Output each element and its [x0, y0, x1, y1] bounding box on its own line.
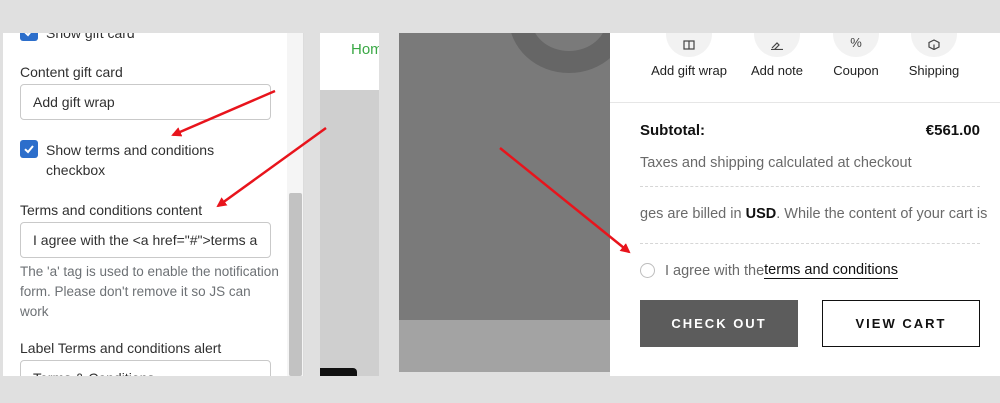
currency-note: ges are billed in USD. While the content…	[640, 206, 1000, 222]
show-gift-card-checkbox[interactable]	[20, 33, 38, 41]
gift-icon	[666, 33, 712, 57]
shipping-icon	[911, 33, 957, 57]
currency-suffix: . While the content of your cart is	[776, 206, 988, 222]
preview-dark-button[interactable]	[320, 368, 357, 376]
scrollbar-thumb[interactable]	[289, 193, 302, 376]
check-icon	[24, 33, 31, 37]
add-gift-wrap-action[interactable]: Add gift wrap	[648, 33, 730, 78]
terms-alert-label: Label Terms and conditions alert	[20, 340, 222, 356]
divider	[640, 186, 980, 187]
add-gift-wrap-label: Add gift wrap	[651, 63, 727, 78]
percent-icon: %	[833, 33, 879, 57]
subtotal-value: €561.00	[925, 122, 980, 139]
cart-actions-bar: Add gift wrap Add note % Coupon Shipping	[610, 33, 1000, 103]
settings-panel: Show gift card Content gift card Add gif…	[3, 33, 304, 376]
drawer-overlay[interactable]	[399, 33, 610, 372]
show-gift-card-label: Show gift card	[46, 33, 135, 41]
shipping-label: Shipping	[908, 63, 960, 78]
terms-help-text: The 'a' tag is used to enable the notifi…	[20, 264, 279, 319]
terms-agreement[interactable]: I agree with the terms and conditions	[640, 262, 898, 279]
checkout-button[interactable]: CHECK OUT	[640, 300, 798, 347]
taxes-note: Taxes and shipping calculated at checkou…	[640, 155, 912, 171]
storefront-preview-strip: Hom	[320, 33, 379, 376]
terms-link[interactable]: terms and conditions	[764, 262, 898, 279]
view-cart-button[interactable]: VIEW CART	[822, 300, 980, 347]
content-gift-card-label: Content gift card	[20, 64, 123, 80]
coupon-label: Coupon	[833, 63, 879, 78]
currency-prefix: ges are billed in	[640, 206, 746, 222]
show-terms-row[interactable]: Show terms and conditions checkbox	[20, 140, 240, 180]
subtotal-label: Subtotal:	[640, 122, 705, 139]
top-band	[0, 0, 1000, 33]
overlay-shape	[509, 33, 610, 73]
divider	[640, 243, 980, 244]
terms-content-label: Terms and conditions content	[20, 202, 203, 218]
show-terms-label: Show terms and conditions checkbox	[46, 142, 215, 178]
cart-drawer: Add gift wrap Add note % Coupon Shipping…	[610, 33, 1000, 376]
shipping-action[interactable]: Shipping	[905, 33, 963, 78]
overlay-lower-block	[399, 320, 610, 372]
terms-checkbox[interactable]	[640, 263, 655, 278]
show-gift-card-row[interactable]: Show gift card	[20, 33, 135, 43]
currency-code: USD	[745, 206, 777, 222]
note-icon	[754, 33, 800, 57]
terms-content-input[interactable]: I agree with the <a href="#">terms a	[20, 222, 271, 258]
preview-image	[320, 90, 379, 376]
add-note-action[interactable]: Add note	[745, 33, 809, 78]
home-link[interactable]: Hom	[351, 41, 379, 58]
add-note-label: Add note	[750, 63, 804, 78]
coupon-action[interactable]: % Coupon	[828, 33, 884, 78]
bottom-band	[0, 376, 1000, 403]
show-terms-checkbox[interactable]	[20, 140, 38, 158]
content-gift-card-input[interactable]: Add gift wrap	[20, 84, 271, 120]
check-icon	[24, 145, 34, 154]
terms-alert-input[interactable]: Terms & Conditions	[20, 360, 271, 376]
agree-text: I agree with the	[665, 262, 765, 279]
